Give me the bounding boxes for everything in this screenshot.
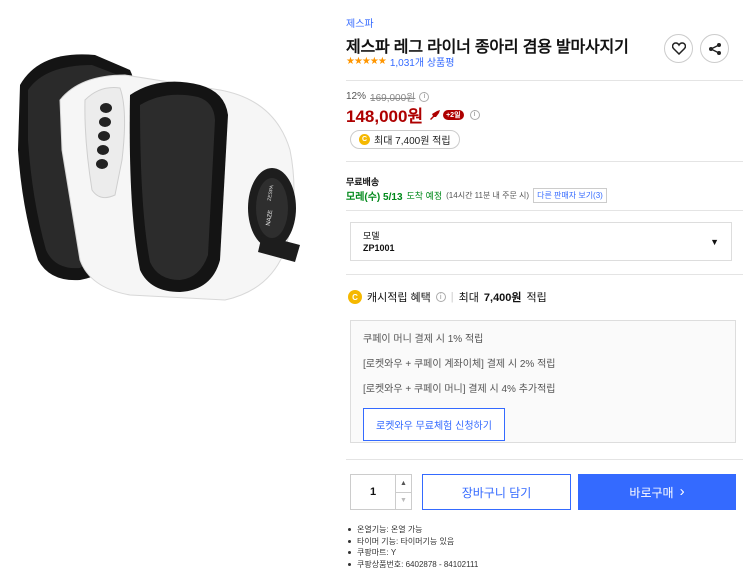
rocket-delivery-badge: +2일 <box>443 109 464 120</box>
sale-price: 148,000원 <box>346 107 424 126</box>
share-icon <box>708 42 721 55</box>
buy-now-button[interactable]: 바로구매 › <box>578 474 736 510</box>
benefit-max-amount: 7,400원 <box>483 292 522 304</box>
order-cutoff: (14시간 11분 내 주문 시) <box>446 191 530 200</box>
price-row: 148,000원 +2일 i <box>346 102 480 127</box>
info-icon[interactable]: i <box>469 109 480 120</box>
brand-link[interactable]: 제스파 <box>346 15 374 30</box>
rating-stars: ★★★★★ <box>346 56 387 67</box>
cashback-pill: C 최대 7,400원 적립 <box>350 130 460 149</box>
discount-rate: 12% <box>346 91 367 102</box>
rocket-icon <box>430 109 441 120</box>
arrival-date: 모레(수) 5/13 <box>346 192 403 203</box>
benefit-title: 캐시적립 혜택 <box>367 292 431 304</box>
foot-massager-illustration <box>18 54 300 301</box>
quantity-decrease-icon[interactable]: ▼ <box>396 491 411 510</box>
divider <box>346 459 743 460</box>
quantity-increase-icon[interactable]: ▲ <box>396 475 411 492</box>
benefit-line: [로켓와우 + 쿠페이 머니] 결제 시 4% 추가적립 <box>363 384 556 395</box>
benefit-line: 쿠페이 머니 결제 시 1% 적립 <box>363 334 484 345</box>
benefit-separator: | <box>450 291 454 303</box>
model-label: 모델 <box>363 231 380 241</box>
spec-list: 온열기능: 온열 가능 타이머 기능: 타이머기능 있음 쿠팡마트: Y 쿠팡상… <box>348 524 478 570</box>
rocket-wow-trial-button[interactable]: 로켓와우 무료체험 신청하기 <box>363 408 505 441</box>
heart-icon <box>671 42 686 55</box>
cash-benefit-row: C 캐시적립 혜택 i | 최대 7,400원 적립 <box>348 289 547 305</box>
divider <box>346 80 743 81</box>
spec-item: 타이머 기능: 타이머기능 있음 <box>348 536 478 548</box>
rocket-badge: +2일 <box>429 109 464 120</box>
payment-benefit-box: 쿠페이 머니 결제 시 1% 적립 [로켓와우 + 쿠페이 계좌이체] 결제 시… <box>350 320 736 443</box>
info-icon[interactable]: i <box>419 91 430 102</box>
other-sellers-link[interactable]: 다른 판매자 보기(3) <box>533 188 607 203</box>
chevron-right-icon: › <box>679 483 685 500</box>
quantity-arrows: ▲ ▼ <box>395 475 411 509</box>
product-image: ZESPA NAZE <box>0 30 320 320</box>
add-to-cart-button[interactable]: 장바구니 담기 <box>422 474 571 510</box>
wishlist-button[interactable] <box>664 34 693 63</box>
cash-coin-icon: C <box>359 134 370 145</box>
divider <box>346 274 743 275</box>
spec-item: 쿠팡마트: Y <box>348 547 478 559</box>
share-button[interactable] <box>700 34 729 63</box>
spec-item: 쿠팡상품번호: 6402878 - 84102111 <box>348 559 478 571</box>
model-value: ZP1001 <box>363 243 395 253</box>
benefit-max-text: 최대 <box>458 292 479 304</box>
spec-item: 온열기능: 온열 가능 <box>348 524 478 536</box>
model-select[interactable]: 모델 ZP1001 ▼ <box>350 222 732 261</box>
quantity-input[interactable]: 1 <box>351 475 395 509</box>
divider <box>346 210 743 211</box>
review-count[interactable]: 1,031개 상품평 <box>390 54 455 69</box>
benefit-suffix: 적립 <box>526 292 547 304</box>
cash-coin-icon: C <box>348 290 362 304</box>
caret-down-icon: ▼ <box>710 237 719 247</box>
cashback-pill-text: 최대 7,400원 적립 <box>374 136 451 147</box>
benefit-line: [로켓와우 + 쿠페이 계좌이체] 결제 시 2% 적립 <box>363 359 556 370</box>
divider <box>346 161 743 162</box>
info-icon[interactable]: i <box>435 292 446 302</box>
arrival-suffix: 도착 예정 <box>406 191 443 201</box>
shipping-row: 모레(수) 5/13 도착 예정 (14시간 11분 내 주문 시) 다른 판매… <box>346 188 607 203</box>
buy-now-label: 바로구매 <box>629 485 674 500</box>
rating-row[interactable]: ★★★★★ 1,031개 상품평 <box>346 54 454 69</box>
quantity-stepper[interactable]: 1 ▲ ▼ <box>350 474 412 510</box>
shipping-label: 무료배송 <box>346 177 380 187</box>
